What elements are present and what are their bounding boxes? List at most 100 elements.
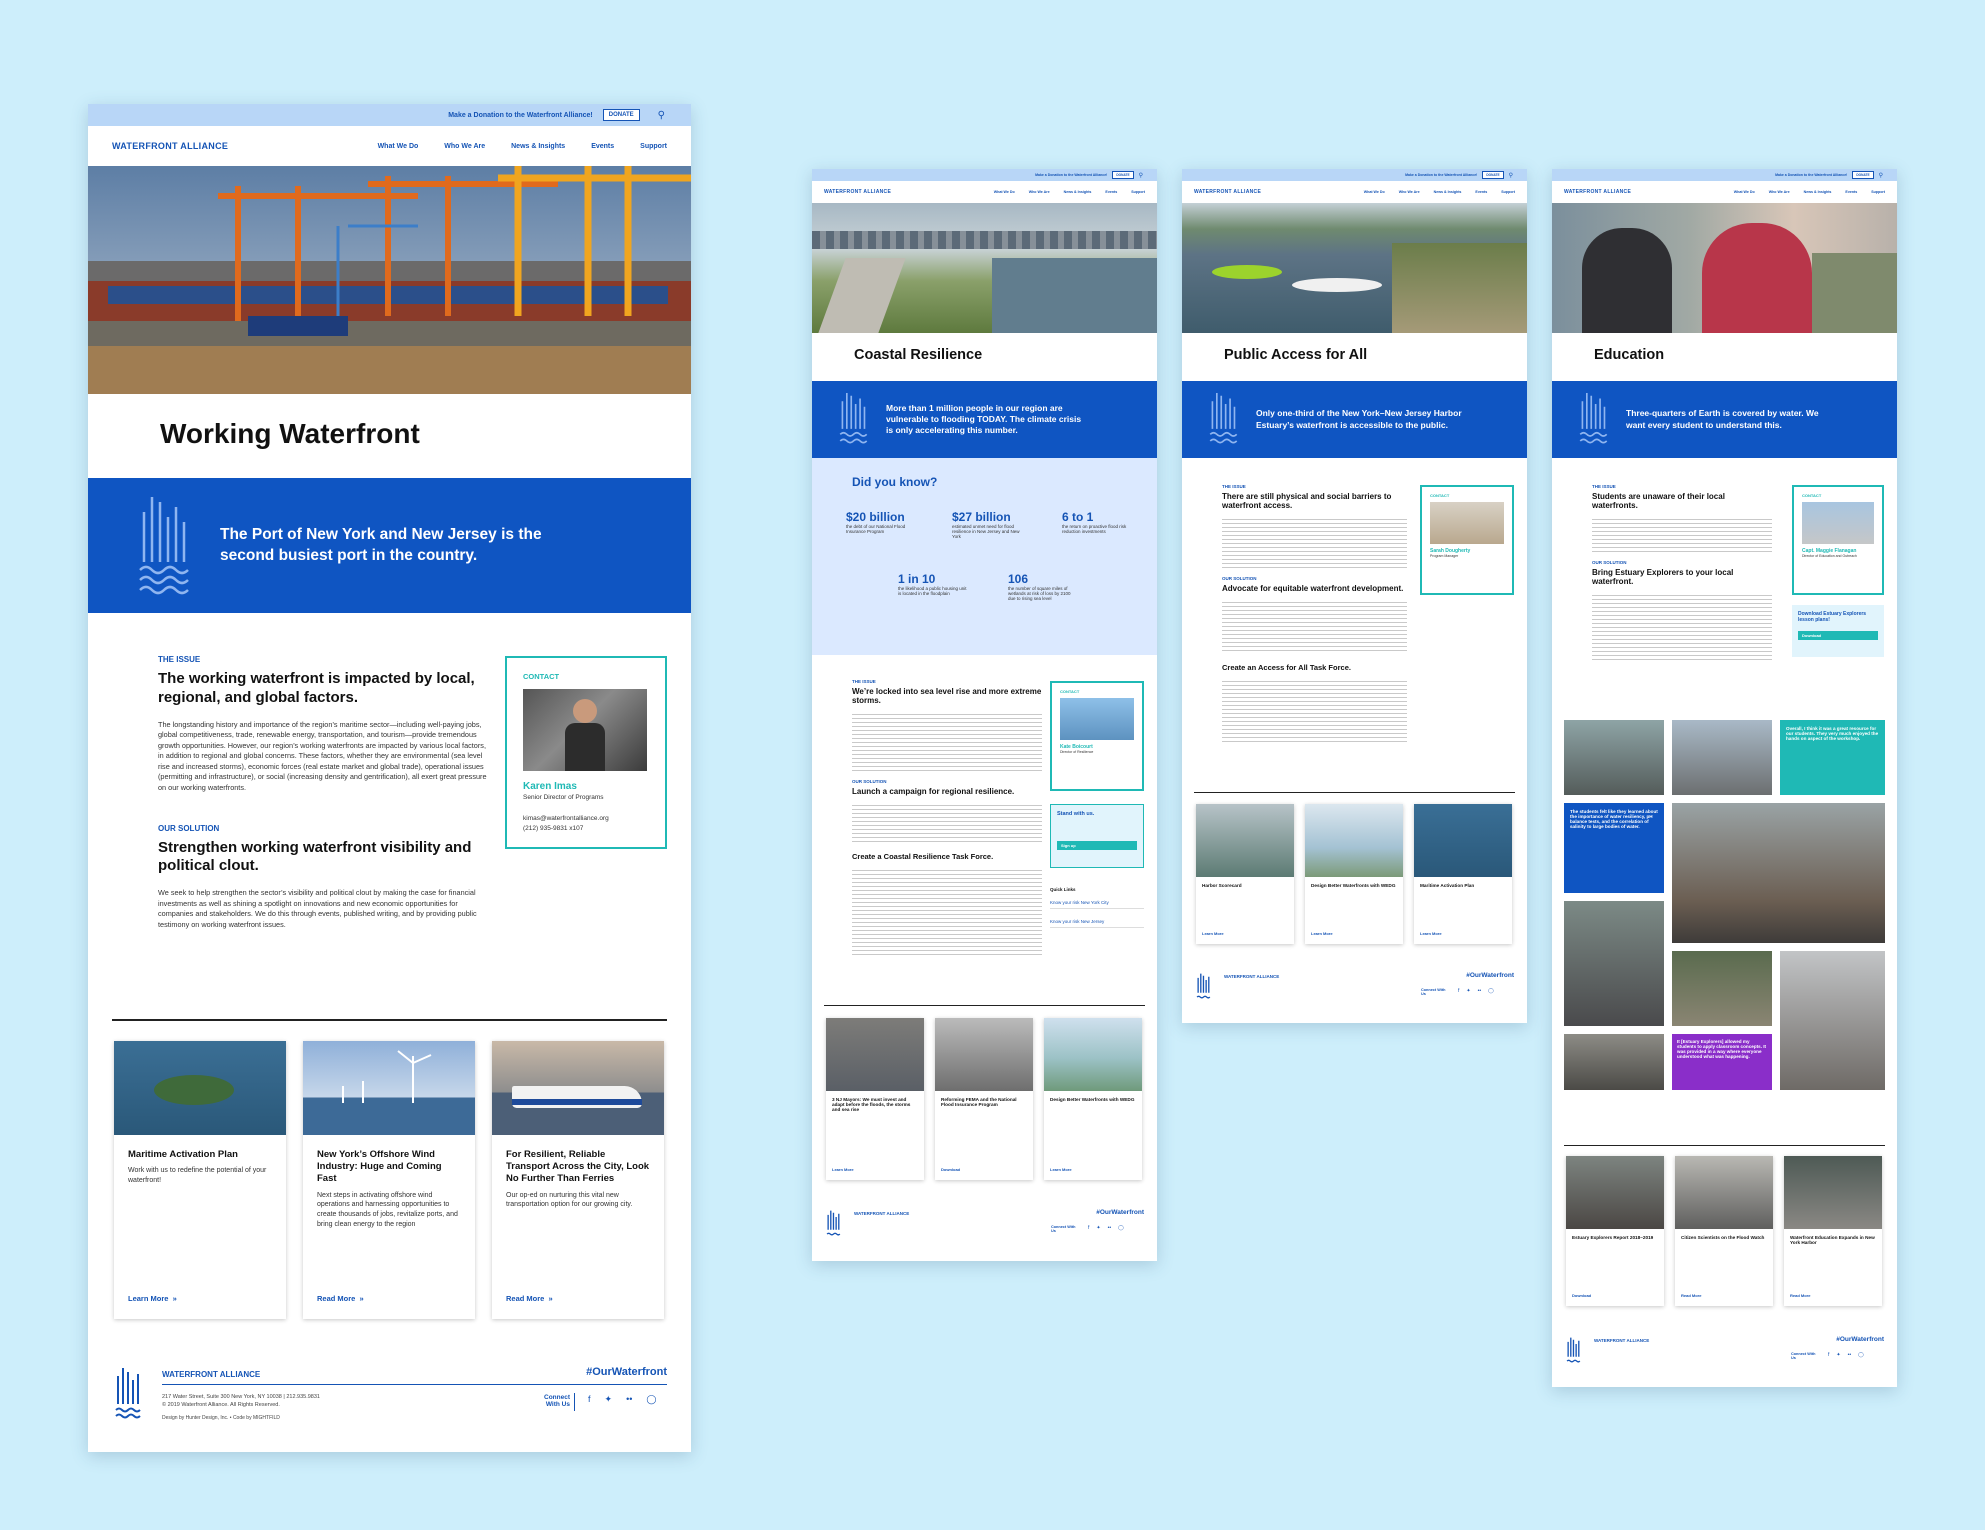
- card-link[interactable]: Learn More: [1311, 931, 1333, 936]
- logo[interactable]: WATERFRONT ALLIANCE: [1194, 189, 1261, 195]
- facebook-icon[interactable]: f: [1828, 1352, 1829, 1358]
- hashtag[interactable]: #OurWaterfront: [586, 1366, 667, 1378]
- donate-button[interactable]: DONATE: [602, 109, 640, 121]
- card-image: [1044, 1018, 1142, 1091]
- card-wedg[interactable]: Design Better Waterfronts with WEDG Lear…: [1305, 804, 1403, 944]
- card-link[interactable]: Learn More »: [128, 1294, 177, 1303]
- card-link[interactable]: Read More »: [506, 1294, 553, 1303]
- nav-news[interactable]: News & Insights: [511, 143, 565, 150]
- twitter-icon[interactable]: ✦: [1836, 1352, 1840, 1358]
- nav-support[interactable]: Support: [1131, 190, 1145, 194]
- search-icon[interactable]: ⚲: [1139, 172, 1143, 179]
- card-maritime[interactable]: Maritime Activation Plan Work with us to…: [114, 1041, 286, 1319]
- nav-what-we-do[interactable]: What We Do: [994, 190, 1015, 194]
- nav-who-we-are[interactable]: Who We Are: [1769, 190, 1790, 194]
- signup-button[interactable]: Sign up: [1057, 841, 1137, 850]
- quick-link[interactable]: Know your risk New York City: [1050, 900, 1144, 909]
- card-nj-mayors[interactable]: 3 NJ Mayors: We must invest and adapt be…: [826, 1018, 924, 1180]
- nav-support[interactable]: Support: [640, 143, 667, 150]
- instagram-icon[interactable]: ◯: [1858, 1352, 1864, 1358]
- instagram-icon[interactable]: ◯: [646, 1394, 656, 1405]
- donate-button[interactable]: DONATE: [1112, 171, 1134, 179]
- donate-message[interactable]: Make a Donation to the Waterfront Allian…: [1775, 173, 1847, 177]
- logo[interactable]: WATERFRONT ALLIANCE: [1564, 189, 1631, 195]
- card-link[interactable]: Read More: [1790, 1293, 1810, 1298]
- flickr-icon[interactable]: ••: [1848, 1352, 1852, 1358]
- nav-events[interactable]: Events: [591, 143, 614, 150]
- nav-news[interactable]: News & Insights: [1804, 190, 1832, 194]
- search-icon[interactable]: ⚲: [1509, 172, 1513, 179]
- card-link[interactable]: Learn More: [1050, 1167, 1072, 1172]
- instagram-icon[interactable]: ◯: [1488, 988, 1494, 994]
- card-ferries[interactable]: For Resilient, Reliable Transport Across…: [492, 1041, 664, 1319]
- contact-email[interactable]: kimas@waterfrontalliance.org: [523, 815, 649, 822]
- donate-button[interactable]: DONATE: [1852, 171, 1874, 179]
- download-button[interactable]: Download: [1798, 631, 1878, 640]
- search-icon[interactable]: ⚲: [1879, 172, 1883, 179]
- card-title: Design Better Waterfronts with WEDG: [1050, 1097, 1135, 1102]
- footer-logo[interactable]: WATERFRONT ALLIANCE: [1594, 1338, 1649, 1343]
- nav-news[interactable]: News & Insights: [1434, 190, 1462, 194]
- nav-events[interactable]: Events: [1845, 190, 1857, 194]
- facebook-icon[interactable]: f: [588, 1394, 591, 1405]
- donate-message[interactable]: Make a Donation to the Waterfront Allian…: [1035, 173, 1107, 177]
- search-icon[interactable]: ⚲: [658, 110, 665, 121]
- nav-news[interactable]: News & Insights: [1064, 190, 1092, 194]
- nav-events[interactable]: Events: [1105, 190, 1117, 194]
- card-citizen-scientists[interactable]: Citizen Scientists on the Flood Watch Re…: [1675, 1156, 1773, 1306]
- nav-support[interactable]: Support: [1501, 190, 1515, 194]
- footer-logo[interactable]: WATERFRONT ALLIANCE: [1224, 974, 1279, 979]
- nav-who-we-are[interactable]: Who We Are: [1399, 190, 1420, 194]
- nav-what-we-do[interactable]: What We Do: [1734, 190, 1755, 194]
- hashtag[interactable]: #OurWaterfront: [1096, 1209, 1144, 1216]
- card-link[interactable]: Learn More: [832, 1167, 854, 1172]
- nav-who-we-are[interactable]: Who We Are: [1029, 190, 1050, 194]
- footer-logo[interactable]: WATERFRONT ALLIANCE: [854, 1211, 909, 1216]
- footer-logo-icon: [115, 1368, 141, 1419]
- card-education-expands[interactable]: Waterfront Education Expands in New York…: [1784, 1156, 1882, 1306]
- twitter-icon[interactable]: ✦: [1466, 988, 1470, 994]
- footer-logo[interactable]: WATERFRONT ALLIANCE: [162, 1370, 260, 1379]
- nav-support[interactable]: Support: [1871, 190, 1885, 194]
- card-ee-report[interactable]: Estuary Explorers Report 2018–2019 Downl…: [1566, 1156, 1664, 1306]
- logo[interactable]: WATERFRONT ALLIANCE: [824, 189, 891, 195]
- flickr-icon[interactable]: ••: [626, 1394, 632, 1405]
- facebook-icon[interactable]: f: [1088, 1225, 1089, 1231]
- download-title: Download Estuary Explorers lesson plans!: [1798, 611, 1867, 623]
- card-link[interactable]: Download: [1572, 1293, 1591, 1298]
- card-link[interactable]: Read More »: [317, 1294, 364, 1303]
- facebook-icon[interactable]: f: [1458, 988, 1459, 994]
- nav-who-we-are[interactable]: Who We Are: [444, 143, 485, 150]
- stat-value: 106: [1008, 572, 1029, 586]
- flickr-icon[interactable]: ••: [1478, 988, 1482, 994]
- card-harbor-scorecard[interactable]: Harbor Scorecard Learn More: [1196, 804, 1294, 944]
- main-nav: WATERFRONT ALLIANCE What We Do Who We Are…: [1552, 181, 1897, 203]
- donate-message[interactable]: Make a Donation to the Waterfront Allian…: [1405, 173, 1477, 177]
- card-link[interactable]: Read More: [1681, 1293, 1701, 1298]
- issue-label: THE ISSUE: [852, 679, 876, 684]
- hashtag[interactable]: #OurWaterfront: [1466, 972, 1514, 979]
- nav-events[interactable]: Events: [1475, 190, 1487, 194]
- hashtag[interactable]: #OurWaterfront: [1836, 1336, 1884, 1343]
- card-title: 3 NJ Mayors: We must invest and adapt be…: [832, 1097, 911, 1112]
- nav-what-we-do[interactable]: What We Do: [1364, 190, 1385, 194]
- twitter-icon[interactable]: ✦: [1096, 1225, 1100, 1231]
- card-link[interactable]: Download: [941, 1167, 960, 1172]
- donate-button[interactable]: DONATE: [1482, 171, 1504, 179]
- twitter-icon[interactable]: ✦: [605, 1394, 613, 1405]
- donate-message[interactable]: Make a Donation to the Waterfront Allian…: [448, 112, 593, 119]
- nav-what-we-do[interactable]: What We Do: [378, 143, 419, 150]
- flickr-icon[interactable]: ••: [1108, 1225, 1112, 1231]
- instagram-icon[interactable]: ◯: [1118, 1225, 1124, 1231]
- card-fema[interactable]: Reforming FEMA and the National Flood In…: [935, 1018, 1033, 1180]
- quick-link[interactable]: Know your risk New Jersey: [1050, 919, 1144, 928]
- stat-desc: the number of square miles of wetlands a…: [1008, 586, 1071, 601]
- logo[interactable]: WATERFRONT ALLIANCE: [112, 141, 228, 151]
- card-offshore-wind[interactable]: New York’s Offshore Wind Industry: Huge …: [303, 1041, 475, 1319]
- card-link[interactable]: Learn More: [1420, 931, 1442, 936]
- card-image: [1196, 804, 1294, 877]
- footer-address: 217 Water Street, Suite 300 New York, NY…: [162, 1394, 320, 1400]
- card-wedg[interactable]: Design Better Waterfronts with WEDG Lear…: [1044, 1018, 1142, 1180]
- card-link[interactable]: Learn More: [1202, 931, 1224, 936]
- card-maritime[interactable]: Maritime Activation Plan Learn More: [1414, 804, 1512, 944]
